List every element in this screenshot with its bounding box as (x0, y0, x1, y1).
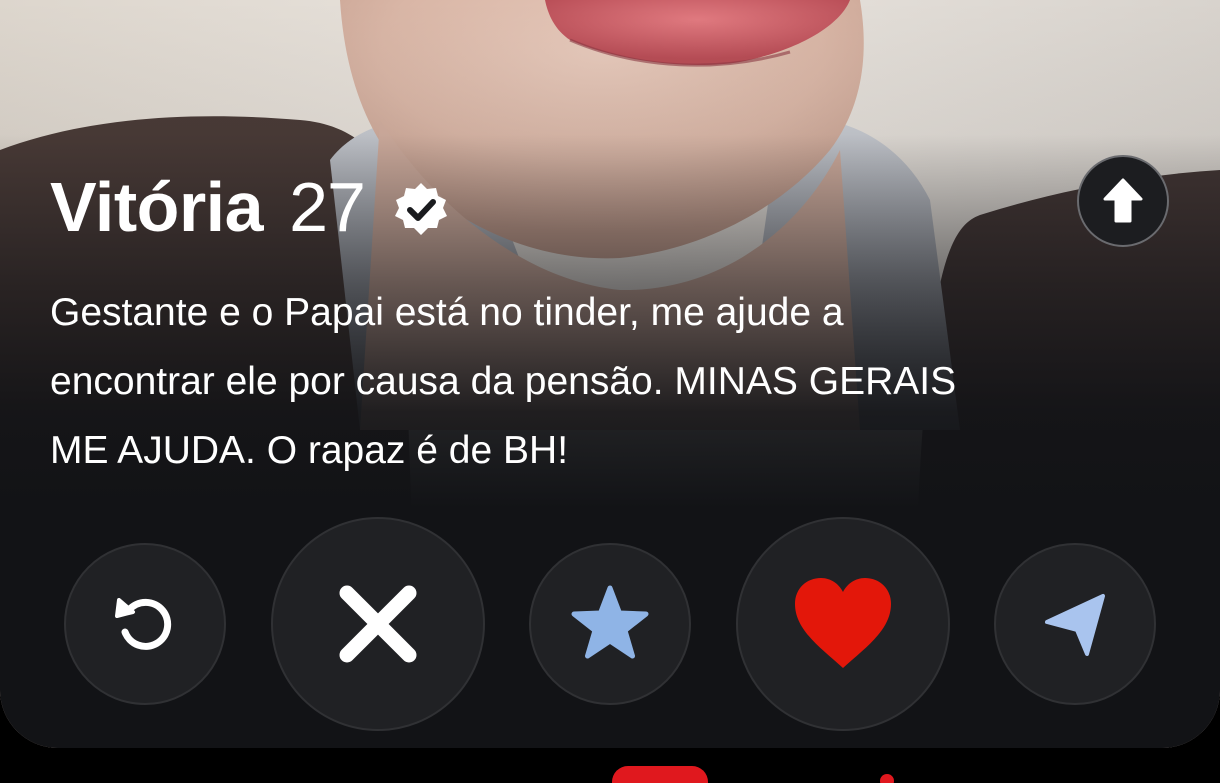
nav-active-indicator[interactable] (612, 766, 708, 783)
boost-button[interactable] (994, 543, 1156, 705)
close-x-icon (339, 585, 417, 663)
arrow-up-icon (1103, 178, 1143, 223)
rewind-icon (115, 598, 172, 650)
super-like-button[interactable] (529, 543, 691, 705)
profile-age: 27 (289, 168, 366, 246)
heart-icon (795, 578, 891, 668)
nope-button[interactable] (271, 517, 485, 731)
profile-header: Vitória 27 (50, 162, 451, 252)
app-screen: Vitória 27 Gestante e o Papai está no ti… (0, 0, 1220, 783)
star-icon (571, 585, 649, 659)
verified-badge-icon (391, 180, 451, 240)
open-profile-button[interactable] (1077, 155, 1169, 247)
like-button[interactable] (736, 517, 950, 731)
nav-notification-dot (880, 774, 894, 783)
profile-name: Vitória (50, 168, 264, 246)
rewind-button[interactable] (64, 543, 226, 705)
profile-bio: Gestante e o Papai está no tinder, me aj… (50, 291, 957, 472)
profile-card[interactable]: Vitória 27 Gestante e o Papai está no ti… (0, 0, 1220, 748)
send-arrow-icon (1045, 594, 1105, 656)
